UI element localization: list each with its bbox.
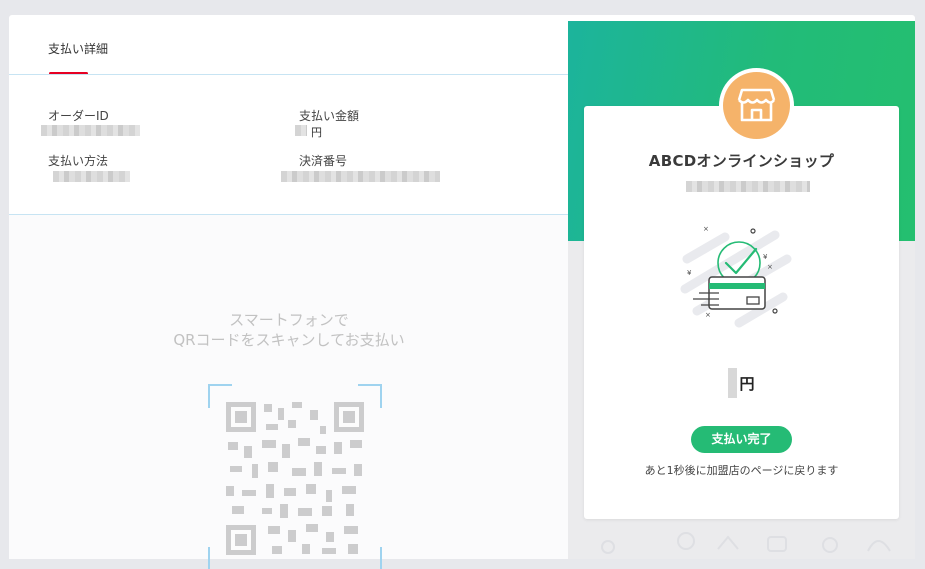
paid-amount: 円 (584, 368, 899, 398)
payment-details-panel: 支払い詳細 オーダーID 支払い金額 円 支払い方法 決済番号 スマートフォンで… (9, 15, 569, 569)
svg-text:¥: ¥ (687, 269, 692, 277)
merchant-subtitle-redacted (686, 181, 810, 192)
payment-method-label: 支払い方法 (48, 154, 109, 168)
tab-payment-details[interactable]: 支払い詳細 (48, 40, 108, 57)
svg-text:×: × (703, 225, 709, 233)
amount-label: 支払い金額 (299, 109, 360, 123)
shop-icon (719, 68, 794, 143)
redirect-message: あと1秒後に加盟店のページに戻ります (644, 464, 839, 477)
svg-text:×: × (767, 263, 773, 271)
amount-value-redacted (295, 125, 307, 136)
merchant-card: ABCDオンラインショップ × × × ¥ ¥ 円 支払い完了 あと1秒後に加盟… (584, 68, 899, 519)
payment-result-panel: ABCDオンラインショップ × × × ¥ ¥ 円 支払い完了 あと1秒後に加盟… (568, 21, 915, 559)
order-id-value-redacted (41, 125, 140, 136)
order-id-label: オーダーID (48, 109, 109, 123)
payment-complete-illustration: × × × ¥ ¥ (680, 225, 792, 328)
payment-complete-badge[interactable]: 支払い完了 (691, 426, 792, 453)
paid-amount-unit: 円 (739, 374, 755, 393)
svg-text:×: × (705, 311, 711, 319)
amount-unit: 円 (311, 126, 322, 139)
scan-instruction-line1: スマートフォンで (229, 311, 349, 329)
storefront-icon (737, 88, 776, 122)
decorative-background-icons (601, 532, 891, 554)
qr-code (226, 402, 364, 555)
merchant-name: ABCDオンラインショップ (648, 152, 835, 170)
payment-method-value-redacted (53, 171, 130, 182)
svg-text:¥: ¥ (763, 253, 768, 261)
qr-code-frame[interactable] (208, 384, 382, 569)
settlement-number-value-redacted (281, 171, 440, 182)
scan-instruction-line2: QRコードをスキャンしてお支払い (173, 331, 405, 349)
settlement-number-label: 決済番号 (299, 154, 348, 168)
paid-amount-value-redacted (728, 368, 738, 398)
payment-window: 支払い詳細 オーダーID 支払い金額 円 支払い方法 決済番号 スマートフォンで… (9, 15, 915, 569)
divider (9, 74, 569, 75)
